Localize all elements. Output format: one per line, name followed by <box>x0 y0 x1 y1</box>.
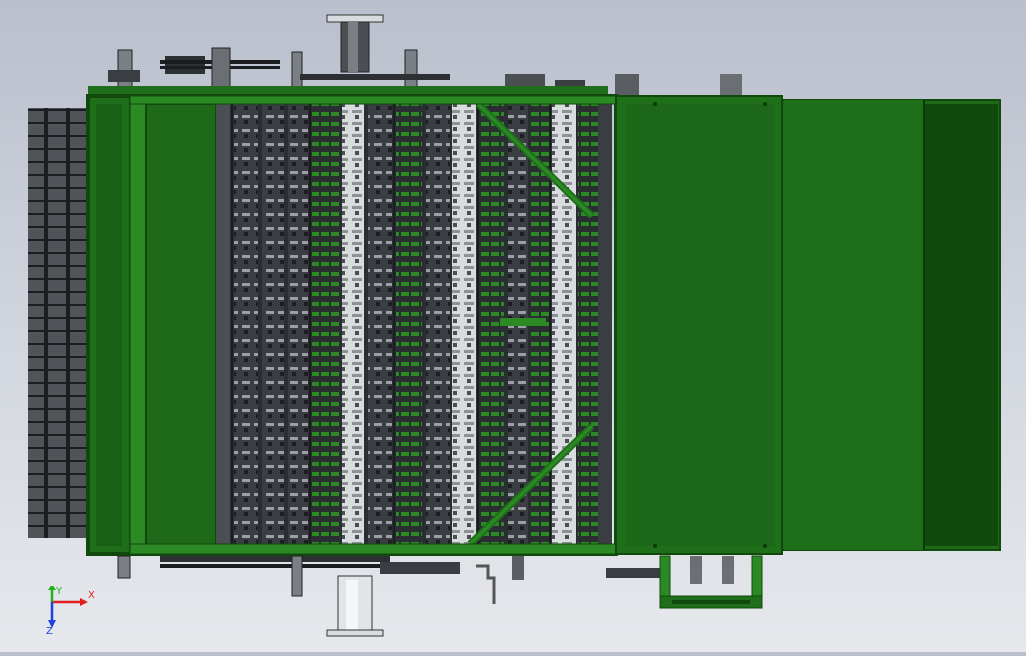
machine-model-drawing <box>28 14 1001 637</box>
left-frame <box>87 95 217 555</box>
hopper-panel <box>615 95 783 555</box>
y-axis-label: Y <box>55 586 63 597</box>
top-pulleys <box>88 47 742 97</box>
discharge-chute <box>781 99 1001 551</box>
x-axis-label: X <box>88 590 95 601</box>
bottom-pulleys <box>117 555 662 604</box>
z-axis-label: Z <box>46 626 53 636</box>
bottom-bracket <box>659 555 763 609</box>
axis-triad: X Y Z <box>46 586 95 636</box>
roller-columns <box>216 104 612 544</box>
bottom-drive-hub <box>326 575 384 637</box>
cad-viewport[interactable] <box>0 0 1026 652</box>
x-axis-arrow <box>80 598 88 606</box>
left-tine-comb <box>28 108 90 538</box>
y-axis-arrow <box>48 586 56 590</box>
top-drive-hub <box>326 14 384 73</box>
